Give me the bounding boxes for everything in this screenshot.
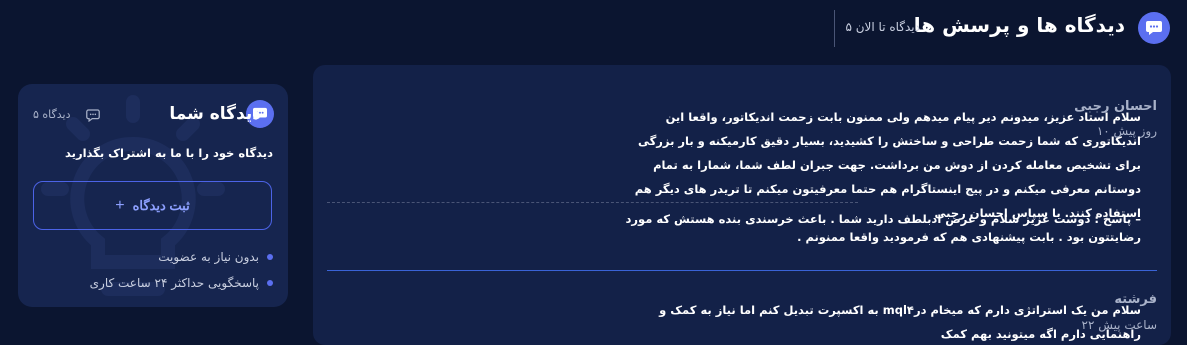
feature-label: بدون نیاز به عضویت bbox=[158, 250, 259, 264]
bullet-icon bbox=[267, 254, 273, 260]
comments-panel: احسان رجبی ۱۰ روز پیش سلام استاد عزیز، م… bbox=[313, 65, 1171, 345]
comment-text: سلام استاد عزیز، میدونم دیر پیام میدهم و… bbox=[634, 110, 1141, 220]
sidebar-comment-count: ۵ دیدگاه bbox=[33, 108, 71, 121]
comment-text: سلام من یک استراتژی دارم که میخام درmql۴… bbox=[659, 303, 1141, 341]
add-comment-button[interactable]: + ثبت دیدگاه bbox=[33, 181, 272, 230]
feature-fast-reply: پاسخگویی حداکثر ۲۴ ساعت کاری bbox=[90, 276, 273, 290]
bullet-icon bbox=[267, 280, 273, 286]
comment-reply: – پاسخ : دوست عزیز سلام و عرض ادبلطف دار… bbox=[625, 212, 1141, 244]
plus-icon: + bbox=[115, 196, 125, 214]
page-title: دیدگاه ها و پرسش ها bbox=[913, 13, 1125, 37]
feature-label: پاسخگویی حداکثر ۲۴ ساعت کاری bbox=[89, 276, 259, 290]
comment-count: ۵ دیدگاه تا الان bbox=[845, 20, 920, 34]
add-comment-label: ثبت دیدگاه bbox=[132, 197, 190, 213]
feature-no-signup: بدون نیاز به عضویت bbox=[158, 250, 273, 264]
header-divider bbox=[834, 10, 835, 47]
chat-bubble-icon bbox=[85, 107, 101, 123]
comments-icon bbox=[1138, 12, 1170, 44]
reply-divider bbox=[327, 202, 858, 203]
sidebar-description: دیدگاه خود را با ما به اشتراک بگذارید bbox=[65, 146, 273, 160]
comment-divider bbox=[327, 270, 1157, 271]
sidebar-title: دیدگاه شما bbox=[169, 104, 261, 124]
